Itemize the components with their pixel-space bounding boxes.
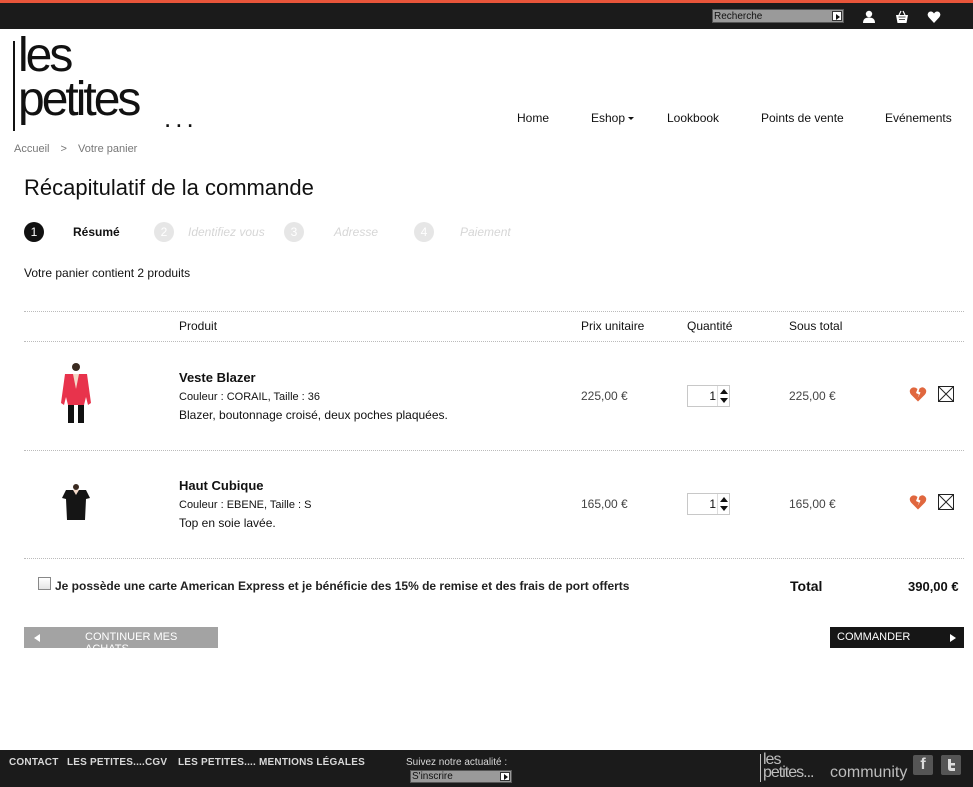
nav-home[interactable]: Home [517, 111, 549, 125]
step-3-label: Adresse [334, 225, 379, 239]
broken-heart-icon[interactable] [909, 494, 927, 510]
amex-label: Je possède une carte American Express et… [55, 579, 630, 593]
footer-mentions-link[interactable]: LES PETITES.... MENTIONS LÉGALES [178, 757, 365, 768]
facebook-icon[interactable]: f [913, 755, 933, 775]
header-quantity: Quantité [687, 319, 733, 333]
search-box [712, 9, 844, 23]
continue-shopping-label: CONTINUER MES ACHATS [85, 631, 178, 655]
newsletter-submit-button[interactable] [500, 772, 510, 781]
footer-contact-link[interactable]: CONTACT [9, 757, 59, 768]
product-image-haut-cubique[interactable] [40, 467, 112, 539]
step-4-label: Paiement [460, 225, 511, 239]
breadcrumb-separator: > [60, 143, 67, 155]
cart-count-text: Votre panier contient 2 produits [24, 266, 191, 280]
community-logo[interactable]: les petites... community [760, 752, 908, 786]
divider [24, 311, 964, 312]
newsletter-input[interactable] [412, 771, 498, 782]
product-name[interactable]: Veste Blazer [179, 370, 256, 385]
site-logo[interactable]: les petites ... [12, 32, 212, 134]
header-unit-price: Prix unitaire [581, 319, 645, 333]
account-icon[interactable] [862, 10, 876, 24]
community-logo-bar [760, 754, 761, 782]
product-image-veste-blazer[interactable] [40, 359, 112, 431]
unit-price: 165,00 € [581, 497, 628, 511]
community-logo-line2: petites... [763, 764, 814, 781]
top-bar [0, 3, 973, 29]
quantity-input[interactable] [688, 497, 716, 511]
total-label: Total [790, 578, 823, 594]
step-2-label: Identifiez vous [188, 225, 265, 239]
order-label: COMMANDER [837, 631, 911, 643]
step-2-number: 2 [154, 222, 174, 242]
search-submit-button[interactable] [832, 11, 842, 21]
quantity-up-icon[interactable] [720, 389, 728, 394]
divider [24, 558, 964, 559]
quantity-up-icon[interactable] [720, 497, 728, 502]
quantity-spinner [717, 494, 729, 514]
amex-checkbox[interactable] [38, 577, 51, 590]
logo-line2: petites [18, 73, 141, 126]
total-value: 390,00 € [908, 579, 959, 594]
order-button[interactable]: COMMANDER [830, 627, 964, 648]
divider [24, 341, 964, 342]
quantity-input[interactable] [688, 389, 716, 403]
breadcrumb-home[interactable]: Accueil [14, 143, 49, 155]
header-subtotal: Sous total [789, 319, 843, 333]
newsletter-box [410, 770, 512, 783]
unit-price: 225,00 € [581, 389, 628, 403]
remove-item-icon[interactable] [938, 494, 954, 510]
basket-icon[interactable] [895, 10, 909, 24]
footer: CONTACT LES PETITES....CGV LES PETITES..… [0, 750, 973, 787]
page-title: Récapitulatif de la commande [24, 175, 314, 200]
product-description: Top en soie lavée. [179, 516, 276, 530]
step-3-number: 3 [284, 222, 304, 242]
quantity-stepper [687, 385, 730, 407]
breadcrumb: Accueil > Votre panier [14, 143, 137, 155]
product-attributes: Couleur : CORAIL, Taille : 36 [179, 391, 321, 403]
search-input[interactable] [714, 10, 830, 22]
nav-evenements[interactable]: Evénements [885, 111, 952, 125]
logo-dots: ... [164, 103, 198, 133]
subtotal: 165,00 € [789, 497, 836, 511]
nav-lookbook[interactable]: Lookbook [667, 111, 719, 125]
header-product: Produit [179, 319, 218, 333]
product-description: Blazer, boutonnage croisé, deux poches p… [179, 408, 448, 422]
step-4-number: 4 [414, 222, 434, 242]
broken-heart-icon[interactable] [909, 386, 927, 402]
footer-follow-text: Suivez notre actualité : [406, 757, 508, 768]
twitter-icon[interactable] [941, 755, 961, 775]
quantity-down-icon[interactable] [720, 506, 728, 511]
quantity-stepper [687, 493, 730, 515]
step-1-number: 1 [24, 222, 44, 242]
nav-eshop[interactable]: Eshop [591, 111, 634, 125]
subtotal: 225,00 € [789, 389, 836, 403]
divider [24, 450, 964, 451]
quantity-spinner [717, 386, 729, 406]
continue-shopping-button[interactable]: CONTINUER MES ACHATS [24, 627, 218, 655]
arrow-left-icon [34, 634, 40, 642]
footer-cgv-link[interactable]: LES PETITES....CGV [67, 757, 167, 768]
logo-bar [13, 41, 15, 131]
breadcrumb-current: Votre panier [78, 143, 138, 155]
product-name[interactable]: Haut Cubique [179, 478, 264, 493]
arrow-right-icon [950, 634, 956, 642]
step-1-label: Résumé [73, 225, 120, 239]
community-logo-line3: community [830, 764, 908, 781]
nav-points-de-vente[interactable]: Points de vente [761, 111, 844, 125]
wishlist-heart-icon[interactable] [927, 10, 941, 24]
quantity-down-icon[interactable] [720, 398, 728, 403]
product-attributes: Couleur : EBENE, Taille : S [179, 499, 312, 511]
remove-item-icon[interactable] [938, 386, 954, 402]
